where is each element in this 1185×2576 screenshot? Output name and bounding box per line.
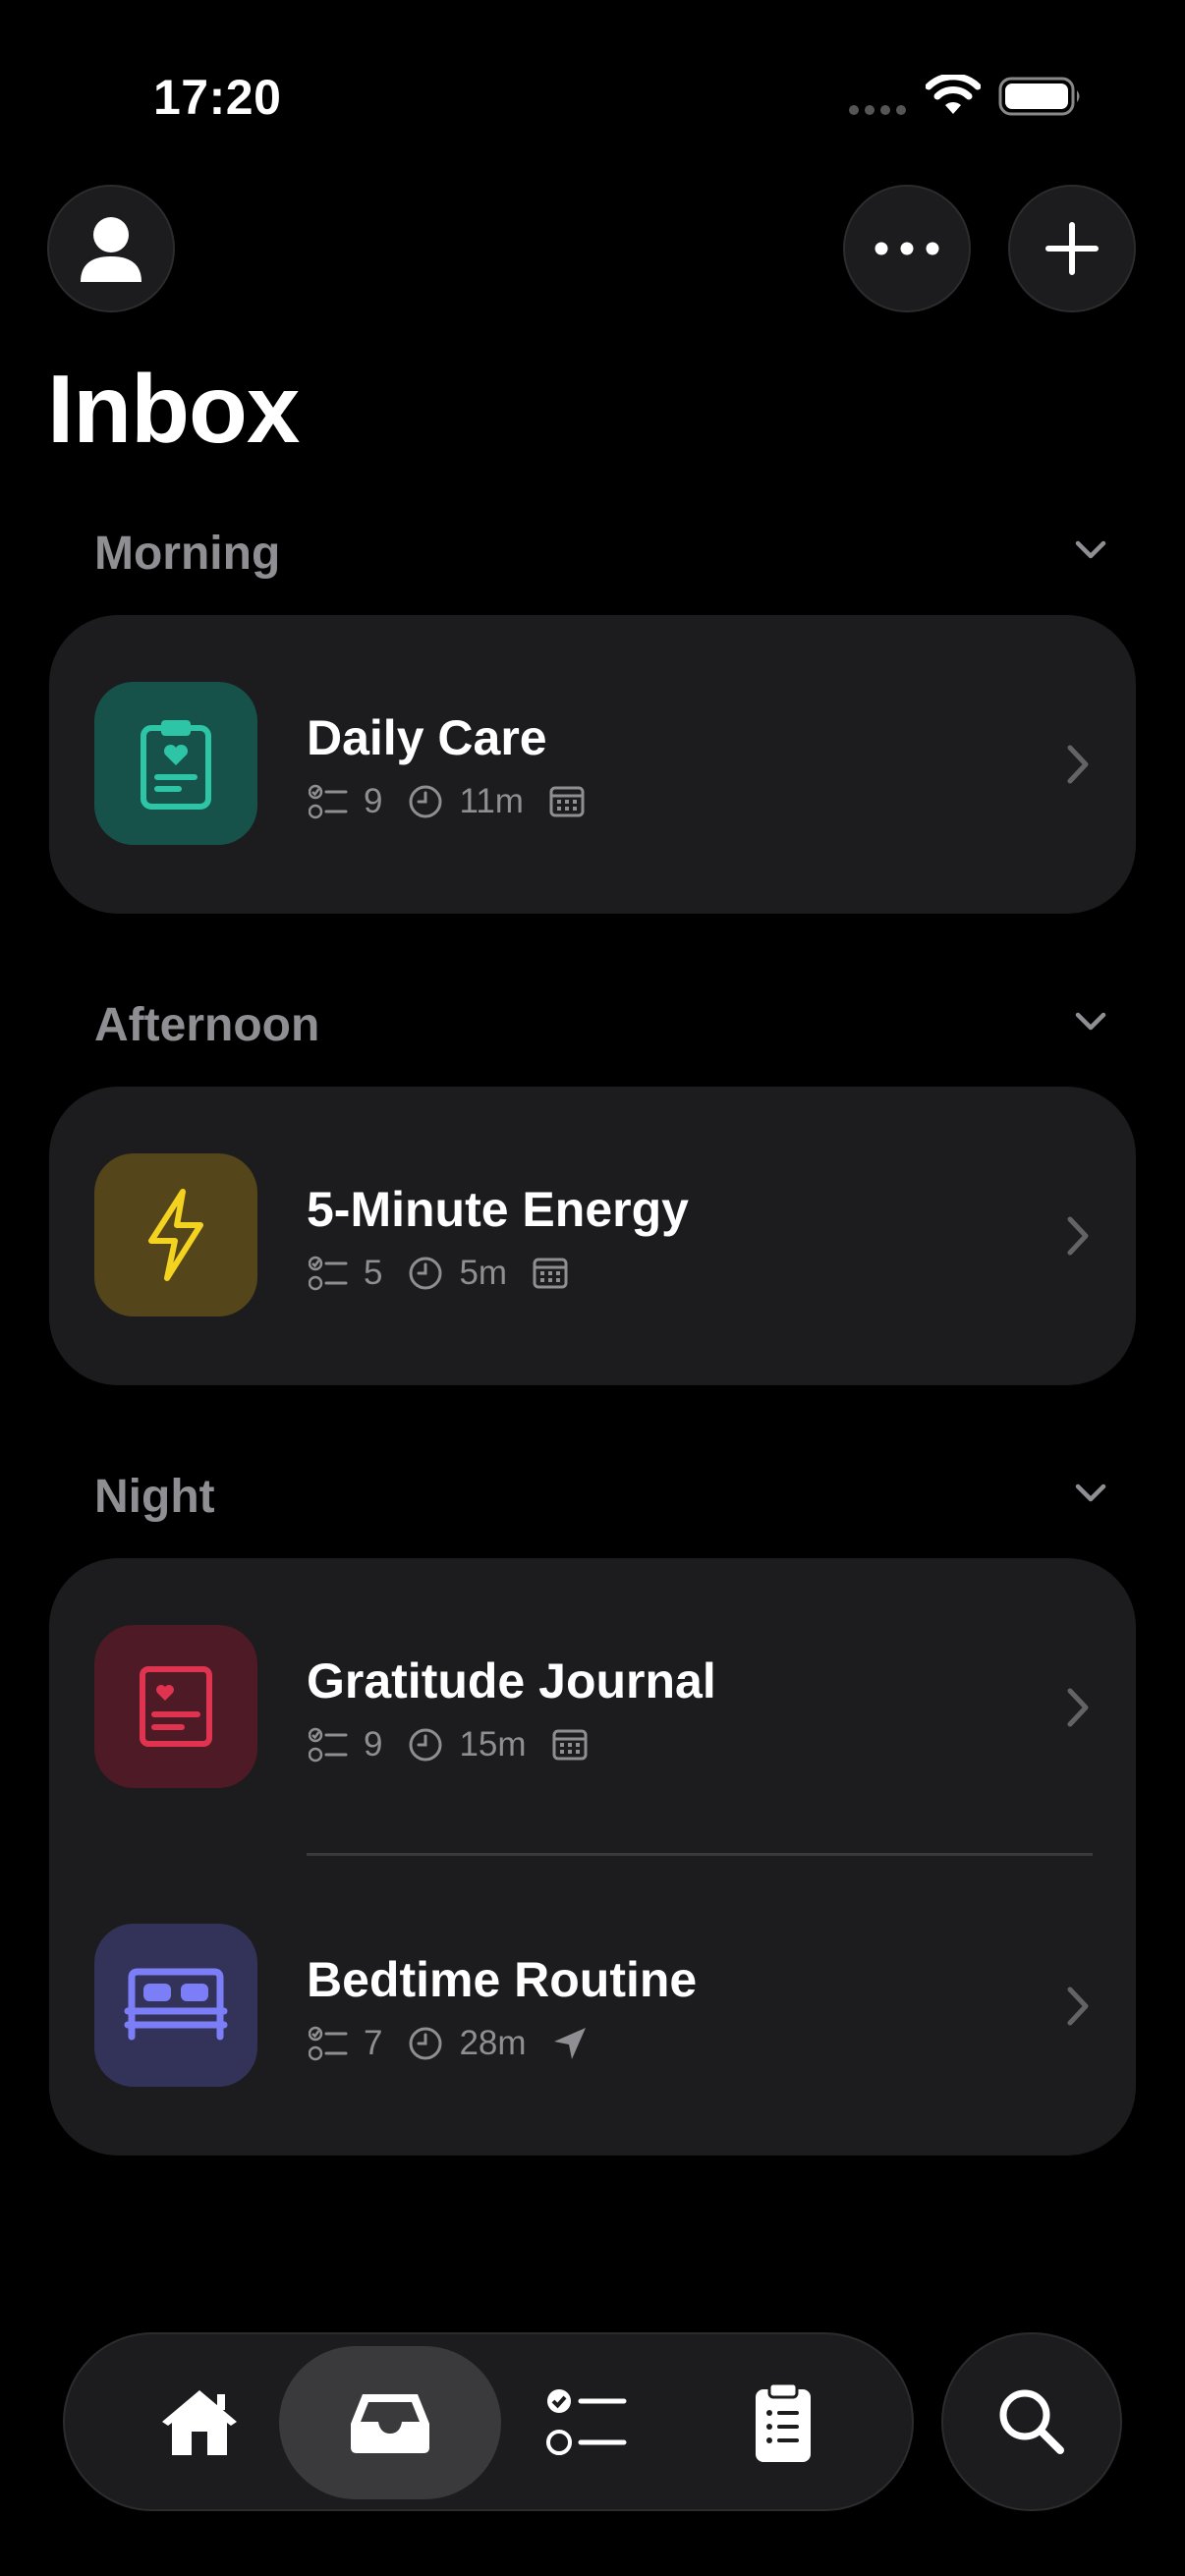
tab-clipboard[interactable]: [672, 2346, 894, 2499]
page-title: Inbox: [47, 355, 300, 463]
profile-icon: [81, 217, 141, 282]
chevron-right-icon: [1067, 1216, 1089, 1256]
task-count: 9: [309, 782, 382, 821]
routine-meta: 7 28m: [309, 2024, 629, 2063]
row-divider: [307, 1853, 1093, 1856]
tab-checklist[interactable]: [476, 2346, 698, 2499]
duration: 15m: [408, 1725, 527, 1764]
task-count: 9: [309, 1725, 382, 1764]
chevron-down-icon: [1075, 1484, 1106, 1502]
checklist-icon: [309, 784, 348, 819]
trigger: [552, 2026, 603, 2061]
add-button[interactable]: [1008, 185, 1136, 312]
checklist-icon: [309, 1727, 348, 1763]
routine-row-5-minute-energy[interactable]: 5-Minute Energy 5 5m: [49, 1087, 1136, 1381]
inbox-icon: [351, 2394, 429, 2453]
trigger: [549, 785, 600, 818]
chevron-right-icon: [1067, 745, 1089, 784]
routine-icon-tile: [94, 1153, 257, 1316]
task-count: 7: [309, 2024, 382, 2063]
clock-icon: [409, 1728, 442, 1762]
routine-meta: 9 11m: [309, 782, 626, 821]
tab-home[interactable]: [88, 2346, 310, 2499]
profile-button[interactable]: [47, 185, 175, 312]
battery-icon: [998, 77, 1080, 116]
routine-card-night: Gratitude Journal 9 15m Bedtime Routine …: [49, 1558, 1136, 2156]
duration: 28m: [408, 2024, 527, 2063]
routine-card-afternoon: 5-Minute Energy 5 5m: [49, 1087, 1136, 1385]
calendar-icon: [549, 786, 585, 817]
clock-icon: [409, 1257, 442, 1290]
duration: 11m: [408, 782, 524, 821]
routine-card-morning: Daily Care 9 11m: [49, 615, 1136, 914]
chevron-right-icon: [1067, 1688, 1089, 1727]
location-arrow-icon: [553, 2028, 586, 2059]
routine-meta: 5 5m: [309, 1254, 609, 1293]
trigger: [533, 1257, 584, 1290]
clock-icon: [409, 785, 442, 818]
chevron-right-icon: [1067, 1987, 1089, 2026]
home-icon: [162, 2390, 237, 2455]
task-count: 5: [309, 1254, 382, 1293]
bed-icon: [124, 1968, 228, 2041]
lightning-icon: [148, 1189, 203, 1281]
routine-meta: 9 15m: [309, 1725, 629, 1764]
status-time: 17:20: [153, 70, 282, 125]
more-icon: [875, 242, 939, 255]
clock-icon: [409, 2027, 442, 2060]
section-label: Night: [94, 1471, 215, 1523]
signal-dots-icon: [849, 105, 906, 115]
calendar-icon: [552, 1729, 588, 1761]
section-label: Afternoon: [94, 999, 320, 1051]
routine-row-gratitude-journal[interactable]: Gratitude Journal 9 15m: [49, 1558, 1136, 1853]
search-button[interactable]: [941, 2332, 1122, 2511]
duration: 5m: [408, 1254, 507, 1293]
journal-heart-icon: [140, 1666, 212, 1747]
trigger: [552, 1728, 603, 1762]
plus-icon: [1045, 222, 1099, 275]
chevron-down-icon: [1075, 1012, 1106, 1031]
checklist-icon: [309, 1256, 348, 1291]
calendar-icon: [533, 1258, 568, 1289]
section-header-morning[interactable]: Morning: [94, 527, 1106, 586]
routine-icon-tile: [94, 1924, 257, 2087]
clipboard-list-icon: [756, 2381, 811, 2462]
section-header-afternoon[interactable]: Afternoon: [94, 998, 1106, 1057]
more-button[interactable]: [843, 185, 971, 312]
status-bar: 17:20: [0, 0, 1185, 187]
chevron-down-icon: [1075, 540, 1106, 559]
checklist-icon: [309, 2026, 348, 2061]
checklist-icon: [546, 2389, 627, 2455]
tab-bar: [63, 2332, 914, 2511]
routine-name: 5-Minute Energy: [307, 1182, 689, 1237]
routine-name: Gratitude Journal: [307, 1653, 716, 1708]
search-icon: [999, 2389, 1064, 2454]
clipboard-heart-icon: [141, 720, 211, 810]
wifi-icon: [926, 75, 981, 114]
routine-name: Bedtime Routine: [307, 1952, 698, 2007]
section-label: Morning: [94, 528, 281, 580]
routine-name: Daily Care: [307, 710, 547, 765]
routine-row-bedtime-routine[interactable]: Bedtime Routine 7 28m: [49, 1859, 1136, 2154]
routine-row-daily-care[interactable]: Daily Care 9 11m: [49, 615, 1136, 910]
routine-icon-tile: [94, 682, 257, 845]
section-header-night[interactable]: Night: [94, 1470, 1106, 1529]
tab-inbox[interactable]: [279, 2346, 501, 2499]
routine-icon-tile: [94, 1625, 257, 1788]
